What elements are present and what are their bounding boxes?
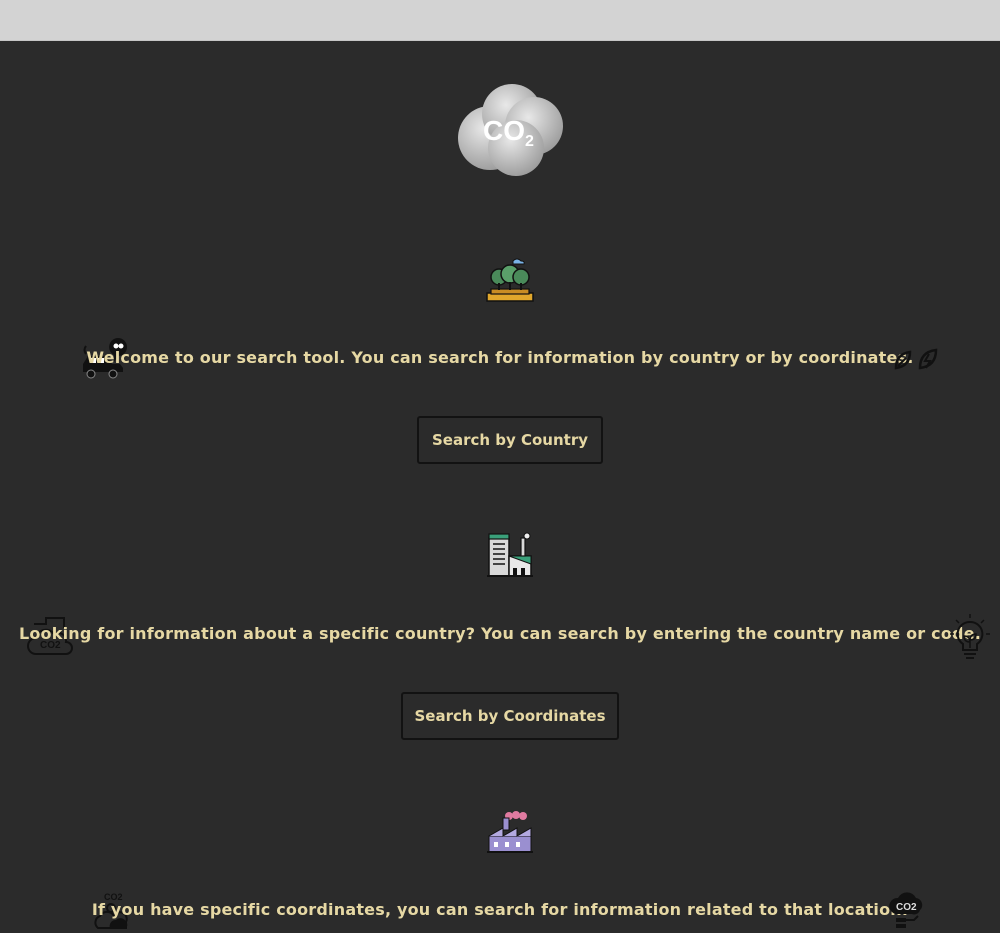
logo-text: CO <box>483 115 525 146</box>
factory-smoke-icon <box>487 811 533 853</box>
co2-cloud-logo: CO 2 <box>458 84 563 176</box>
welcome-message: Welcome to our search tool. You can sear… <box>86 348 914 367</box>
leaf-energy-icon <box>894 348 938 370</box>
search-by-country-button[interactable]: Search by Country <box>417 416 603 464</box>
factory-building-icon <box>487 532 533 577</box>
forest-icon <box>486 258 534 302</box>
svg-text:CO2: CO2 <box>896 902 917 913</box>
search-by-coordinates-button[interactable]: Search by Coordinates <box>401 692 619 740</box>
top-bar <box>0 0 1000 41</box>
lightbulb-plant-icon <box>950 614 990 659</box>
coordinates-search-message: If you have specific coordinates, you ca… <box>91 900 909 919</box>
co2-smoke-icon: CO2 <box>889 892 923 928</box>
logo-subscript: 2 <box>525 133 534 150</box>
country-search-message: Looking for information about a specific… <box>18 624 982 643</box>
